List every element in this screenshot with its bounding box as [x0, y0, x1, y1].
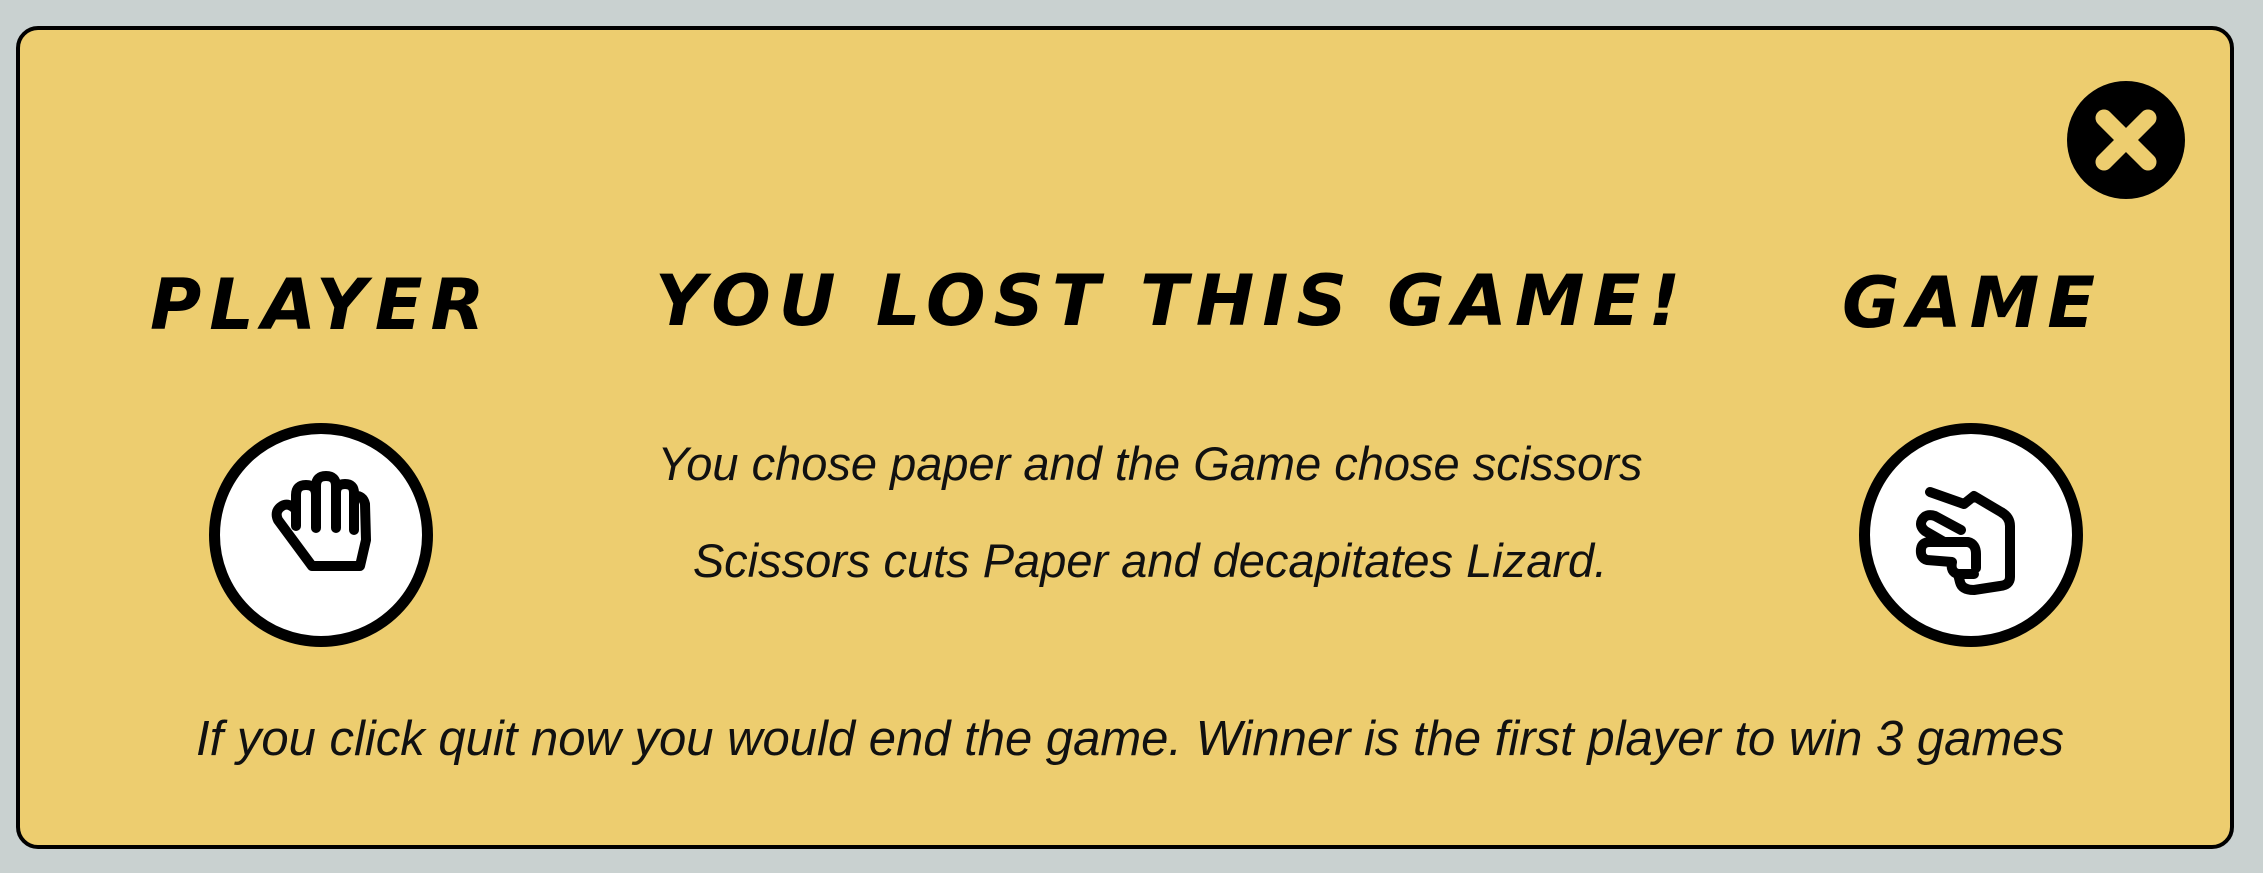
- game-heading: Game: [1842, 262, 2104, 344]
- quit-info-message: If you click quit now you would end the …: [196, 712, 2064, 766]
- close-button[interactable]: [2067, 81, 2185, 199]
- game-choice: [1859, 423, 2083, 647]
- player-choice: [209, 423, 433, 647]
- player-heading: Player: [150, 264, 493, 346]
- scissors-hand-icon: [1915, 487, 2015, 595]
- paper-hand-icon: [271, 471, 371, 571]
- close-icon: [2095, 109, 2157, 171]
- result-heading: You lost this game!: [655, 260, 1689, 342]
- rule-message: Scissors cuts Paper and decapitates Liza…: [692, 534, 1608, 587]
- choices-message: You chose paper and the Game chose sciss…: [657, 437, 1643, 490]
